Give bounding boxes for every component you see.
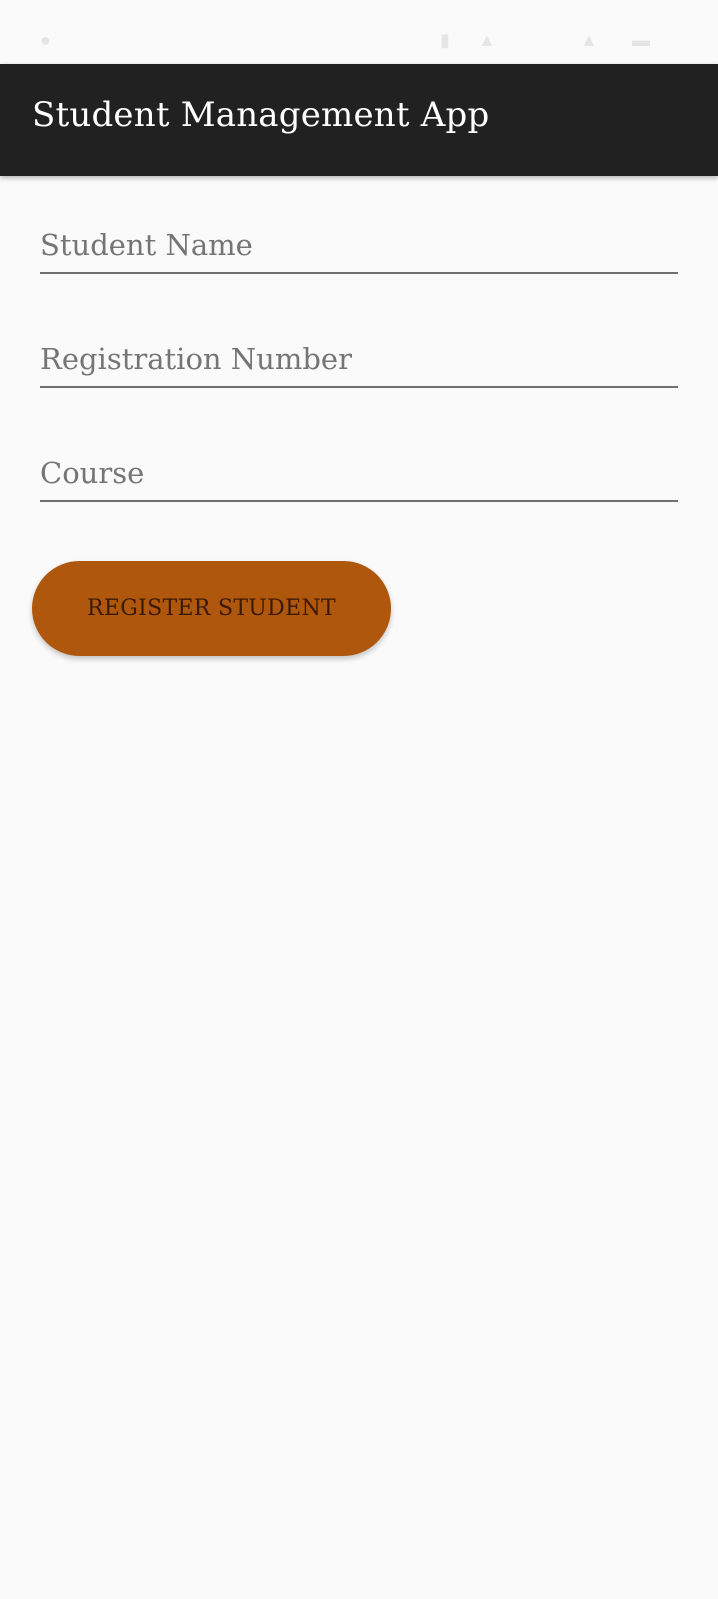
student-name-field bbox=[40, 218, 678, 274]
clock-icon: ● bbox=[40, 30, 51, 50]
battery-icon: ▬ bbox=[632, 30, 650, 50]
course-field bbox=[40, 446, 678, 502]
student-name-underline bbox=[40, 272, 678, 274]
course-input[interactable] bbox=[40, 446, 678, 500]
status-bar: ● ▮ ▲ ▲ ▬ bbox=[0, 0, 718, 64]
signal-icon: ▲ bbox=[580, 30, 598, 50]
registration-number-field bbox=[40, 332, 678, 388]
app-bar: Student Management App bbox=[0, 64, 718, 176]
register-student-button[interactable]: REGISTER STUDENT bbox=[32, 561, 391, 656]
battery-saver-icon: ▮ bbox=[440, 30, 450, 50]
app-title: Student Management App bbox=[32, 95, 490, 135]
registration-number-underline bbox=[40, 386, 678, 388]
course-underline bbox=[40, 500, 678, 502]
student-name-input[interactable] bbox=[40, 218, 678, 272]
wifi-icon: ▲ bbox=[478, 30, 496, 50]
registration-number-input[interactable] bbox=[40, 332, 678, 386]
